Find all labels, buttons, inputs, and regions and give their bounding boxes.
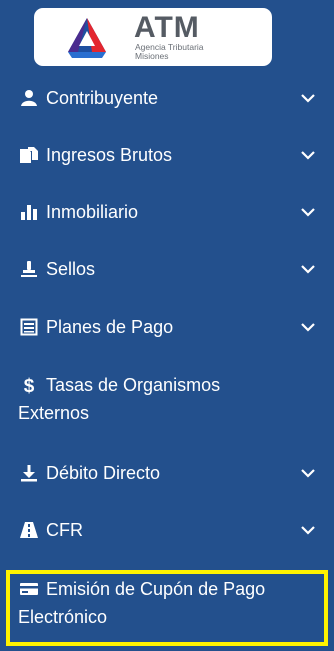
user-icon xyxy=(18,88,40,108)
menu-item-label-line1: Tasas de Organismos xyxy=(46,375,221,395)
chevron-down-icon[interactable] xyxy=(300,321,316,333)
download-icon xyxy=(18,463,40,483)
menu-item-label: Inmobiliario xyxy=(46,202,139,222)
stamp-icon xyxy=(18,259,40,279)
chevron-down-icon[interactable] xyxy=(300,92,316,104)
menu-item-label: Ingresos Brutos xyxy=(46,145,173,165)
chevron-down-icon[interactable] xyxy=(300,263,316,275)
highlight-box xyxy=(6,570,328,646)
documents-icon xyxy=(18,145,40,165)
dollar-icon: $ xyxy=(18,375,40,395)
svg-text:$: $ xyxy=(24,376,35,395)
chevron-down-icon[interactable] xyxy=(300,467,316,479)
menu-item-debito-directo[interactable]: Débito Directo xyxy=(0,459,334,487)
menu-item-label: Planes de Pago xyxy=(46,317,174,337)
menu-item-sellos[interactable]: Sellos xyxy=(0,255,334,283)
logo-title: ATM xyxy=(134,11,200,44)
chevron-down-icon[interactable] xyxy=(300,524,316,536)
menu-item-inmobiliario[interactable]: Inmobiliario xyxy=(0,198,334,226)
chevron-down-icon[interactable] xyxy=(300,149,316,161)
chevron-down-icon[interactable] xyxy=(300,206,316,218)
menu-item-label: CFR xyxy=(46,520,83,540)
logo-subtitle: Agencia Tributaria Misiones xyxy=(135,43,204,61)
menu-item-planes-de-pago[interactable]: Planes de Pago xyxy=(0,313,334,341)
menu-item-label: Sellos xyxy=(46,259,96,279)
atm-logo[interactable]: ATM Agencia Tributaria Misiones xyxy=(34,8,272,66)
menu-item-contribuyente[interactable]: Contribuyente xyxy=(0,84,334,112)
list-icon xyxy=(18,317,40,337)
menu-item-tasas-organismos-externos[interactable]: $ Tasas de Organismos Externos xyxy=(0,371,334,427)
menu-item-ingresos-brutos[interactable]: Ingresos Brutos xyxy=(0,141,334,169)
menu-item-label: Débito Directo xyxy=(46,463,161,483)
menu-item-label-line2: Externos xyxy=(18,403,90,423)
road-icon xyxy=(18,520,40,540)
menu-item-cfr[interactable]: CFR xyxy=(0,516,334,544)
atm-logo-mark xyxy=(68,18,106,58)
menu-item-label: Contribuyente xyxy=(46,88,159,108)
logo-subtitle-line2: Misiones xyxy=(135,51,169,61)
bar-chart-icon xyxy=(18,202,40,222)
